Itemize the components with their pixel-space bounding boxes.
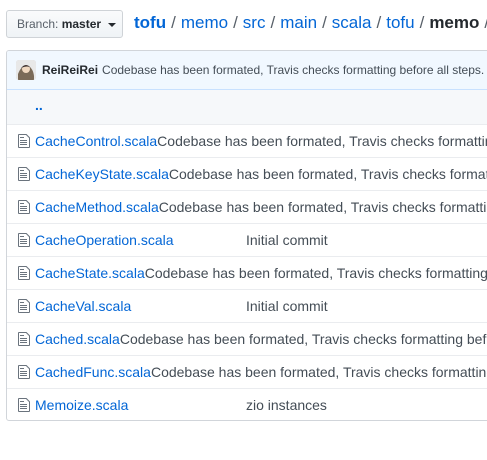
breadcrumb-item-scala[interactable]: scala xyxy=(332,13,372,32)
breadcrumb-separator: / xyxy=(376,13,382,32)
file-commit-message[interactable]: Initial commit xyxy=(246,298,328,314)
breadcrumb-separator: / xyxy=(419,13,425,32)
commit-author-link[interactable]: ReiReiRei xyxy=(42,63,98,77)
file-commit-message[interactable]: Codebase has been formated, Travis check… xyxy=(157,133,487,149)
avatar[interactable] xyxy=(16,60,36,80)
caret-down-icon xyxy=(108,22,117,27)
commit-message[interactable]: Codebase has been formated, Travis check… xyxy=(102,63,484,77)
file-commit-message[interactable]: Codebase has been formated, Travis check… xyxy=(145,265,487,281)
file-commit-message[interactable]: Codebase has been formated, Travis check… xyxy=(159,199,487,215)
file-commit-message[interactable]: zio instances xyxy=(246,397,327,413)
file-table: ReiReiRei Codebase has been formated, Tr… xyxy=(6,50,487,421)
breadcrumb-separator: / xyxy=(233,13,238,32)
breadcrumb-separator: / xyxy=(322,13,327,32)
file-row: CacheVal.scala Initial commit xyxy=(7,289,487,322)
file-commit-message[interactable]: Codebase has been formated, Travis check… xyxy=(120,331,487,347)
breadcrumb-current: memo xyxy=(429,13,480,32)
file-icon xyxy=(18,398,30,412)
file-row: CacheMethod.scala Codebase has been form… xyxy=(7,190,487,223)
breadcrumb-repo[interactable]: tofu xyxy=(134,13,166,32)
file-icon xyxy=(18,200,30,214)
file-row: CacheControl.scala Codebase has been for… xyxy=(7,124,487,157)
file-icon xyxy=(18,332,30,346)
file-name-link[interactable]: Memoize.scala xyxy=(35,397,246,413)
file-commit-message[interactable]: Initial commit xyxy=(246,232,328,248)
file-name-link[interactable]: CacheControl.scala xyxy=(35,133,157,149)
file-name-link[interactable]: Cached.scala xyxy=(35,331,120,347)
breadcrumb: tofu/memo/src/main/scala/tofu/memo/ xyxy=(134,12,487,34)
file-icon xyxy=(18,266,30,280)
file-commit-message[interactable]: Codebase has been formated, Travis check… xyxy=(151,364,487,380)
breadcrumb-separator: / xyxy=(171,13,176,32)
file-name-link[interactable]: CacheVal.scala xyxy=(35,298,246,314)
breadcrumb-item-memo[interactable]: memo xyxy=(181,13,228,32)
parent-dir-row: .. xyxy=(7,90,487,124)
breadcrumb-separator: / xyxy=(270,13,276,32)
file-icon xyxy=(18,365,30,379)
file-icon xyxy=(18,299,30,313)
file-row: CacheKeyState.scala Codebase has been fo… xyxy=(7,157,487,190)
file-name-link[interactable]: CacheMethod.scala xyxy=(35,199,159,215)
file-row: CacheState.scala Codebase has been forma… xyxy=(7,256,487,289)
file-name-link[interactable]: CacheState.scala xyxy=(35,265,145,281)
file-icon xyxy=(18,134,30,148)
parent-directory-link[interactable]: .. xyxy=(35,97,43,113)
latest-commit-bar: ReiReiRei Codebase has been formated, Tr… xyxy=(7,51,487,90)
file-row: CacheOperation.scala Initial commit xyxy=(7,223,487,256)
file-row: Cached.scala Codebase has been formated,… xyxy=(7,322,487,355)
file-icon xyxy=(18,167,30,181)
file-commit-message[interactable]: Codebase has been formated, Travis check… xyxy=(169,166,487,182)
breadcrumb-item-main[interactable]: main xyxy=(280,13,317,32)
breadcrumb-item-tofu[interactable]: tofu xyxy=(386,13,414,32)
file-name-link[interactable]: CacheOperation.scala xyxy=(35,232,246,248)
branch-select-button[interactable]: Branch: master xyxy=(6,10,123,38)
file-row: Memoize.scala zio instances xyxy=(7,388,487,420)
branch-name: master xyxy=(61,17,102,31)
file-name-link[interactable]: CacheKeyState.scala xyxy=(35,166,169,182)
file-row: CachedFunc.scala Codebase has been forma… xyxy=(7,355,487,388)
breadcrumb-item-src[interactable]: src xyxy=(243,13,266,32)
file-name-link[interactable]: CachedFunc.scala xyxy=(35,364,151,380)
file-icon xyxy=(18,233,30,247)
branch-prefix: Branch: xyxy=(17,17,59,31)
